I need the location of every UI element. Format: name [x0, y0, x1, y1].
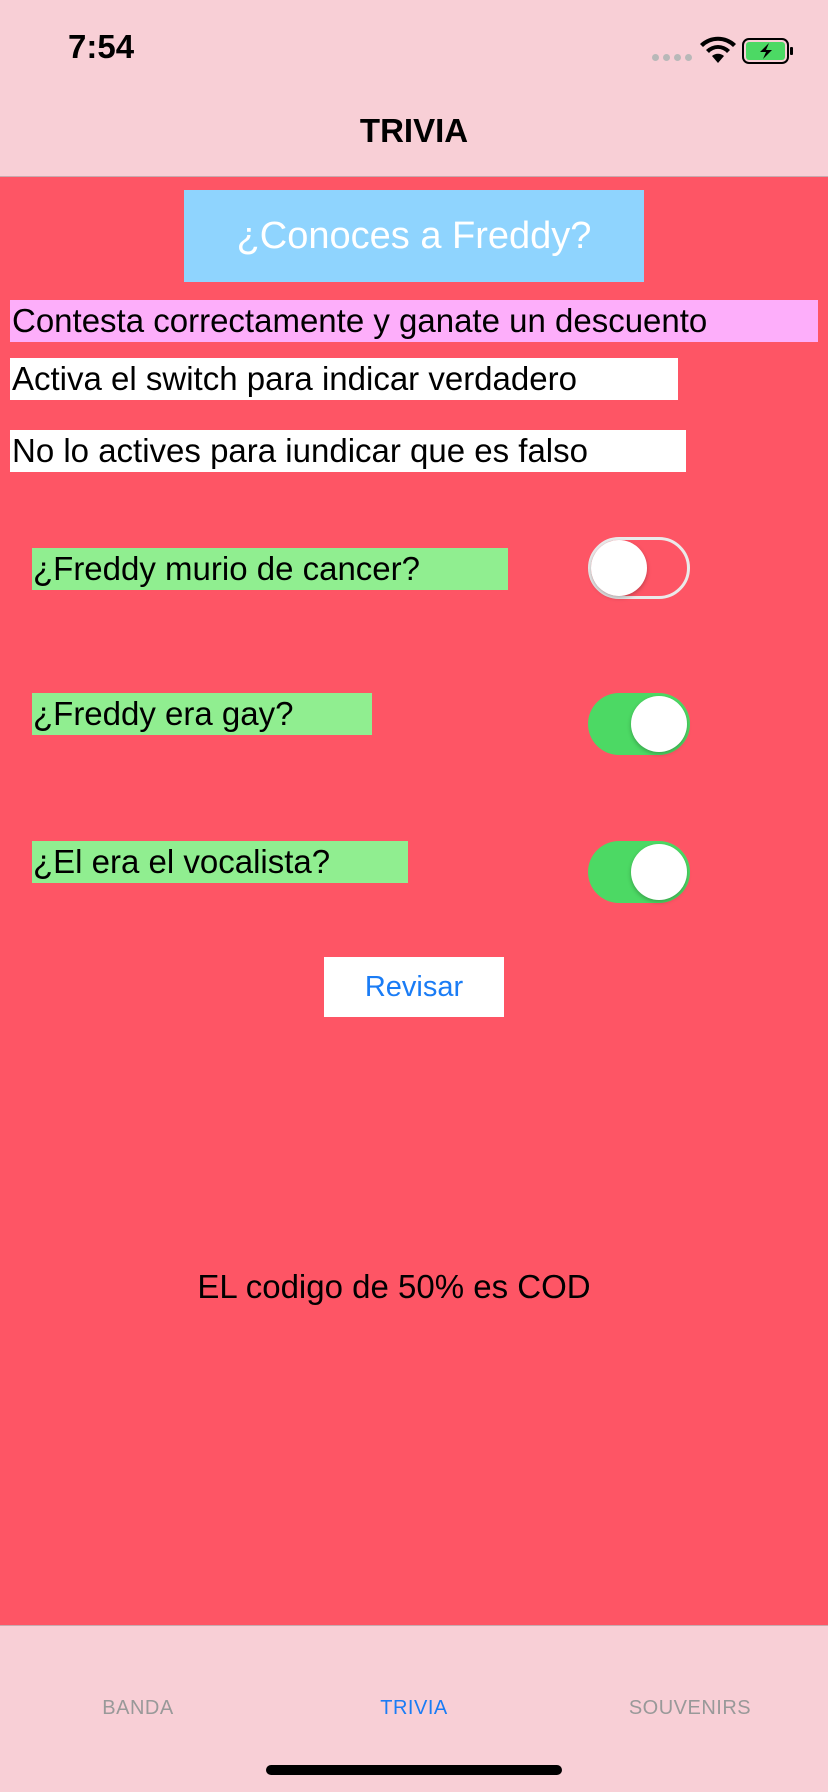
tab-banda[interactable]: BANDA	[38, 1697, 238, 1720]
nav-title: TRIVIA	[359, 112, 469, 149]
question-2-label: ¿Freddy era gay?	[32, 693, 372, 735]
result-code-text: EL codigo de 50% es COD	[197, 1268, 591, 1305]
question-2-switch[interactable]	[588, 693, 690, 755]
question-1-label: ¿Freddy murio de cancer?	[32, 548, 508, 590]
wifi-icon	[700, 36, 736, 63]
cellular-signal-icon	[652, 54, 692, 61]
question-3-label: ¿El era el vocalista?	[32, 841, 408, 883]
status-time: 7:54	[68, 28, 135, 65]
tab-souvenirs[interactable]: SOUVENIRS	[590, 1697, 790, 1720]
switch-knob	[631, 844, 687, 900]
switch-knob	[631, 696, 687, 752]
home-indicator[interactable]	[266, 1765, 562, 1775]
review-button[interactable]: Revisar	[324, 957, 504, 1017]
instruction-discount: Contesta correctamente y ganate un descu…	[10, 300, 818, 342]
tab-trivia[interactable]: TRIVIA	[314, 1697, 514, 1720]
trivia-header: ¿Conoces a Freddy?	[184, 190, 644, 282]
switch-knob	[591, 540, 647, 596]
question-3-switch[interactable]	[588, 841, 690, 903]
instruction-true: Activa el switch para indicar verdadero	[10, 358, 678, 400]
battery-charging-icon	[742, 38, 793, 64]
instruction-false: No lo actives para iundicar que es falso	[10, 430, 686, 472]
question-1-switch[interactable]	[588, 537, 690, 599]
